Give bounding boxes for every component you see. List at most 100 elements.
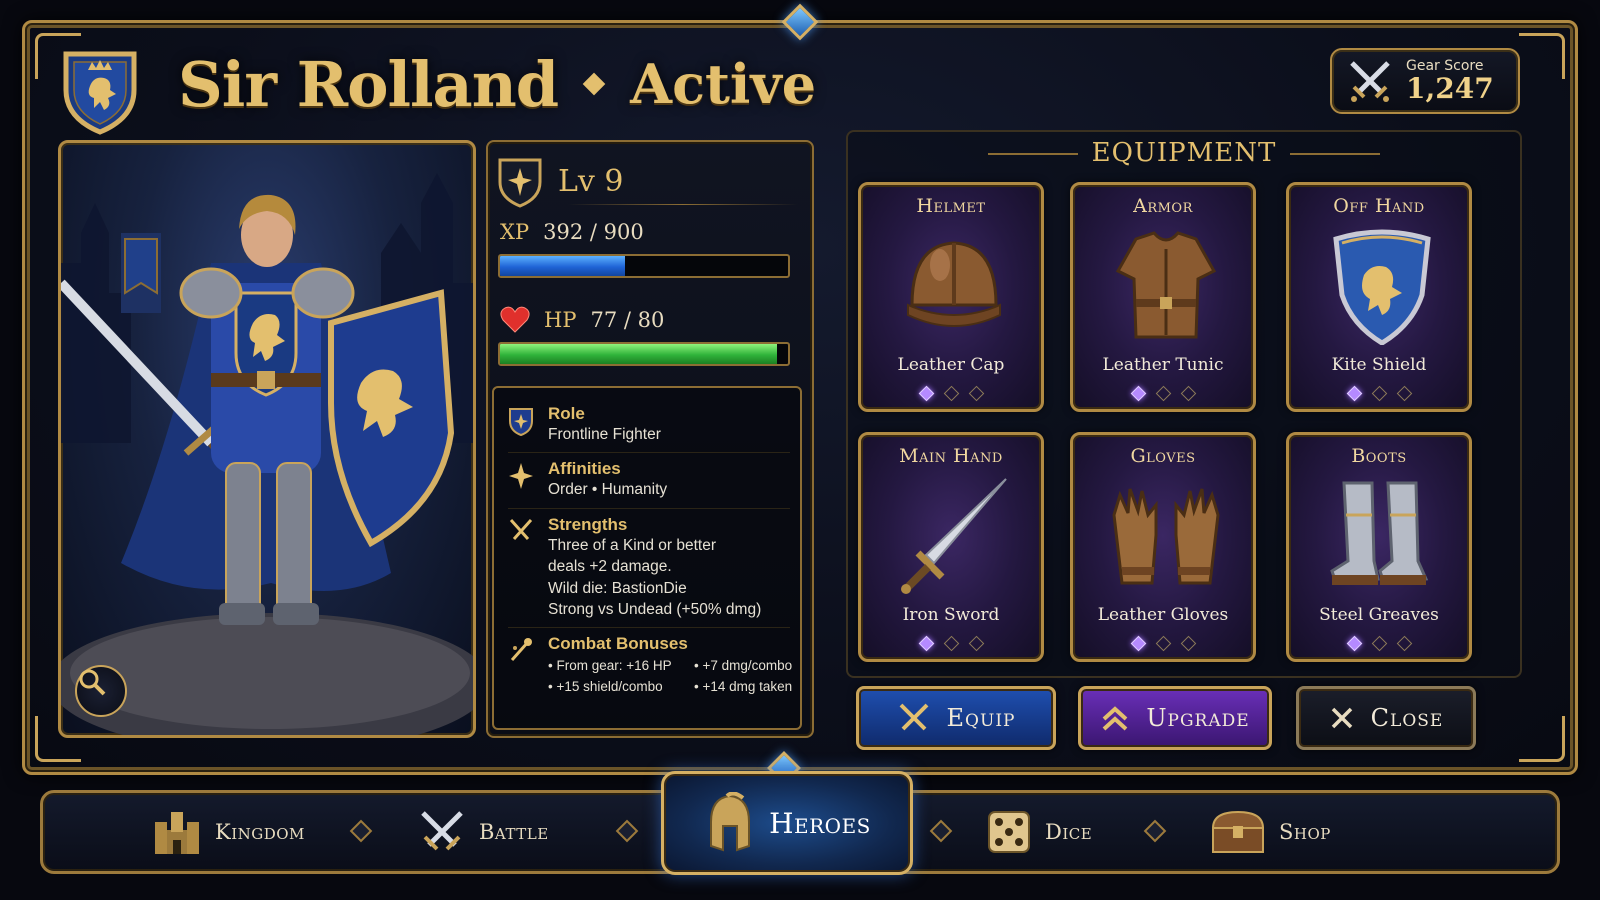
- hero-title: Sir Rolland Active: [178, 42, 816, 126]
- close-button[interactable]: Close: [1296, 686, 1476, 750]
- upgrade-pip-filled: [1346, 385, 1362, 402]
- double-chevron-up-icon: [1102, 706, 1128, 731]
- strengths-title: Strengths: [548, 514, 628, 534]
- knight-illustration: [61, 173, 473, 735]
- equipment-title: EQUIPMENT: [848, 138, 1520, 168]
- slot-name: Off Hand: [1333, 195, 1425, 217]
- nav-item-heroes[interactable]: Heroes: [661, 771, 913, 875]
- slot-name: Boots: [1351, 445, 1407, 467]
- bonus-item: • +7 dmg/combo: [694, 658, 793, 674]
- xp-label: XP: [500, 220, 530, 244]
- nav-item-shop[interactable]: Shop: [1209, 793, 1331, 871]
- slot-name: Main Hand: [899, 445, 1003, 467]
- frame-corner-ornament: [1519, 716, 1565, 762]
- item-name: Steel Greaves: [1319, 605, 1439, 625]
- upgrade-pip-empty: [1155, 385, 1171, 402]
- role-value: Frontline Fighter: [548, 426, 661, 443]
- nav-item-battle[interactable]: Battle: [417, 793, 549, 871]
- upgrade-pips: [1289, 635, 1469, 652]
- upgrade-pip-empty: [1180, 385, 1196, 402]
- upgrade-pip-empty: [1396, 635, 1412, 652]
- nav-label: Kingdom: [215, 820, 305, 844]
- hp-bar-fill: [500, 344, 778, 364]
- equip-slot-off-hand[interactable]: Off Hand Kite Shield: [1286, 182, 1472, 412]
- bonus-item: • +15 shield/combo: [548, 678, 663, 694]
- level-divider: [568, 204, 798, 205]
- strengths-line: Wild die: BastionDie: [548, 579, 687, 597]
- nav-label: Shop: [1279, 820, 1331, 844]
- bonus-item: • From gear: +16 HP: [548, 658, 672, 674]
- upgrade-pip-empty: [943, 635, 959, 652]
- shield-icon: [1333, 229, 1431, 345]
- nav-item-dice[interactable]: Dice: [985, 793, 1092, 871]
- hp-value: 77 / 80: [590, 308, 665, 332]
- upgrade-pips: [1073, 635, 1253, 652]
- upgrade-pip-filled: [1130, 385, 1146, 402]
- nav-item-kingdom[interactable]: Kingdom: [151, 793, 305, 871]
- crossed-swords-icon: [421, 811, 463, 851]
- equip-slot-armor[interactable]: Armor Leather Tunic: [1070, 182, 1256, 412]
- upgrade-button[interactable]: Upgrade: [1078, 686, 1272, 750]
- upgrade-pip-filled: [918, 385, 934, 402]
- xp-value: 392 / 900: [543, 220, 644, 244]
- xp-bar-fill: [500, 256, 626, 276]
- upgrade-pips: [1289, 385, 1469, 402]
- equip-slot-main-hand[interactable]: Main Hand Iron Sword: [858, 432, 1044, 662]
- upgrade-pips: [861, 385, 1041, 402]
- frame-top-gem: [781, 3, 819, 41]
- slot-name: Helmet: [916, 195, 986, 217]
- role-row: Role Frontline Fighter: [508, 398, 790, 454]
- hero-status: Active: [630, 52, 817, 116]
- affinities-value: Order • Humanity: [548, 481, 668, 499]
- boots-icon: [1330, 481, 1429, 585]
- equip-slot-boots[interactable]: Boots Steel Greaves: [1286, 432, 1472, 662]
- crossed-swords-icon: [1350, 61, 1390, 102]
- spartan-helmet-icon: [710, 792, 751, 852]
- strengths-line: Three of a Kind or better: [548, 536, 717, 554]
- upgrade-pip-empty: [943, 385, 959, 402]
- zoom-portrait-button[interactable]: [75, 665, 127, 717]
- affinities-row: Affinities Order • Humanity: [508, 453, 790, 509]
- treasure-chest-icon: [1211, 810, 1265, 853]
- bottom-navigation: Kingdom Battle Heroes Dice Shop: [40, 771, 1560, 875]
- strengths-row: Strengths Three of a Kind or better deal…: [508, 509, 790, 629]
- hp-label: HP: [544, 308, 577, 332]
- dice-icon: [988, 811, 1030, 853]
- equip-slot-helmet[interactable]: Helmet Leather Cap: [858, 182, 1044, 412]
- upgrade-pip-empty: [1396, 385, 1412, 402]
- strengths-line: Strong vs Undead (+50% dmg): [548, 600, 762, 618]
- affinities-title: Affinities: [548, 459, 621, 479]
- item-name: Leather Cap: [897, 355, 1005, 375]
- combat-burst-icon: [510, 638, 532, 662]
- equip-slot-gloves[interactable]: Gloves Leather Gloves: [1070, 432, 1256, 662]
- combat-bonuses-row: Combat Bonuses • From gear: +16 HP • +7 …: [508, 628, 792, 704]
- upgrade-pip-empty: [1155, 635, 1171, 652]
- nav-label: Battle: [479, 820, 549, 844]
- castle-icon: [155, 812, 199, 854]
- slot-name: Gloves: [1130, 445, 1196, 467]
- xp-label-row: XP 392 / 900: [500, 220, 644, 244]
- upgrade-pip-empty: [968, 635, 984, 652]
- slot-name: Armor: [1133, 195, 1193, 217]
- upgrade-pips: [861, 635, 1041, 652]
- role-shield-icon: [509, 408, 533, 437]
- hero-name: Sir Rolland: [178, 47, 559, 121]
- nav-divider-gem: [929, 819, 953, 843]
- frame-corner-ornament: [1519, 33, 1565, 79]
- equip-button-label: Equip: [946, 704, 1016, 732]
- item-name: Leather Tunic: [1102, 355, 1224, 375]
- item-name: Iron Sword: [902, 605, 1000, 625]
- gear-score-value: 1,247: [1406, 72, 1494, 106]
- upgrade-pip-empty: [1371, 385, 1387, 402]
- nav-divider-gem: [615, 819, 639, 843]
- gloves-icon: [1112, 488, 1220, 585]
- heart-icon: [500, 306, 530, 333]
- strengths-line: deals +2 damage.: [548, 558, 672, 576]
- hero-crest-icon: [60, 44, 140, 136]
- close-button-label: Close: [1370, 704, 1444, 732]
- hero-info-box: Role Frontline Fighter Affinities Order …: [492, 386, 802, 730]
- level-badge-icon: [498, 158, 542, 208]
- equip-button[interactable]: Equip: [856, 686, 1056, 750]
- nav-divider-gem: [1143, 819, 1167, 843]
- item-name: Leather Gloves: [1097, 605, 1229, 625]
